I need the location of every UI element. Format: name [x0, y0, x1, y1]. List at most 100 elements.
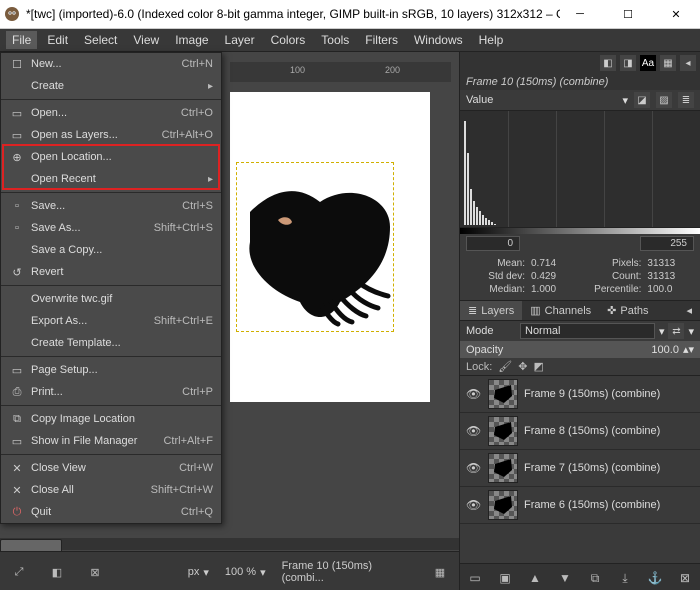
menu-layer[interactable]: Layer [219, 31, 261, 49]
histogram-channel-select[interactable]: Value [466, 94, 616, 106]
window-minimize-button[interactable]: ─ [560, 3, 600, 25]
visibility-eye-icon[interactable]: 👁 [466, 498, 482, 512]
tab-layers[interactable]: ≣ Layers [460, 301, 522, 320]
visibility-eye-icon[interactable]: 👁 [466, 424, 482, 438]
menu-tools[interactable]: Tools [315, 31, 355, 49]
tab-channels[interactable]: ▥ Channels [522, 301, 599, 320]
menu-item-copy-image-location[interactable]: ⧉Copy Image Location [1, 408, 221, 430]
visibility-eye-icon[interactable]: 👁 [466, 461, 482, 475]
menu-item-accel: Ctrl+P [182, 386, 213, 398]
menu-item-revert[interactable]: ↺Revert [1, 261, 221, 283]
dock-menu-icon[interactable]: ◂ [678, 301, 700, 320]
chevron-down-icon: ▾ [659, 325, 665, 338]
horizontal-scrollbar[interactable] [0, 538, 459, 550]
menu-item-label: Open... [31, 107, 175, 119]
menu-item-save[interactable]: ▫Save...Ctrl+S [1, 195, 221, 217]
menu-item-label: Close View [31, 462, 173, 474]
layer-mode-row: Mode Normal ▾ ⇄ ▾ [460, 321, 700, 341]
lock-move-icon[interactable]: ✥ [518, 360, 527, 373]
sb-icon[interactable]: ⤢ [8, 561, 30, 583]
layer-row[interactable]: 👁Frame 7 (150ms) (combine) [460, 450, 700, 487]
tool-icon[interactable]: ▦ [660, 55, 676, 71]
layer-lock-row: Lock: 🖌 ✥ ◩ [460, 358, 700, 376]
lock-alpha-icon[interactable]: ◩ [533, 360, 543, 373]
hist-mode-icon[interactable]: ≣ [678, 92, 694, 108]
layer-row[interactable]: 👁Frame 8 (150ms) (combine) [460, 413, 700, 450]
status-unit[interactable]: px [188, 566, 200, 578]
menu-colors[interactable]: Colors [265, 31, 312, 49]
layer-dock-buttons: ▭ ▣ ▲ ▼ ⧉ ⤓ ⚓ ⊠ [460, 563, 700, 590]
window-maximize-button[interactable]: ☐ [608, 3, 648, 25]
hist-range-min[interactable]: 0 [466, 236, 520, 251]
delete-layer-icon[interactable]: ⊠ [676, 571, 694, 585]
ruler-tick: 100 [290, 65, 305, 75]
menu-image[interactable]: Image [169, 31, 214, 49]
menu-view[interactable]: View [127, 31, 165, 49]
menu-item-label: Export As... [31, 315, 148, 327]
menu-item-accel [208, 80, 213, 92]
menu-item-page-setup[interactable]: ▭Page Setup... [1, 359, 221, 381]
tool-icon[interactable]: Aa [640, 55, 656, 71]
menu-item-create-template[interactable]: Create Template... [1, 332, 221, 354]
menu-item-show-in-file-manager[interactable]: ▭Show in File ManagerCtrl+Alt+F [1, 430, 221, 452]
menu-item-open-as-layers[interactable]: ▭Open as Layers...Ctrl+Alt+O [1, 124, 221, 146]
menu-item-label: Quit [31, 506, 175, 518]
sb-icon[interactable]: ▦ [429, 561, 451, 583]
tab-paths[interactable]: ✜ Paths [599, 301, 656, 320]
menu-item-accel: Shift+Ctrl+E [154, 315, 213, 327]
layer-list[interactable]: 👁Frame 10 (150ms) (combine)👁Frame 9 (150… [460, 376, 700, 563]
menu-item-label: Page Setup... [31, 364, 207, 376]
layer-thumbnail [488, 416, 518, 446]
menu-item-quit[interactable]: ⏻QuitCtrl+Q [1, 501, 221, 523]
menu-item-open-recent[interactable]: Open Recent [1, 168, 221, 190]
menu-item-open[interactable]: ▭Open...Ctrl+O [1, 102, 221, 124]
layer-row[interactable]: 👁 Frame 6 (150ms) (combine) [460, 487, 700, 524]
visibility-eye-icon[interactable]: 👁 [466, 387, 482, 401]
anchor-layer-icon[interactable]: ⚓ [646, 571, 664, 585]
menu-item-create[interactable]: Create [1, 75, 221, 97]
menu-item-save-as[interactable]: ▫Save As...Shift+Ctrl+S [1, 217, 221, 239]
menu-item-export-as[interactable]: Export As... Shift+Ctrl+E [1, 310, 221, 332]
tool-icon[interactable]: ◧ [600, 55, 616, 71]
menu-item-icon: ▭ [9, 435, 25, 448]
new-layer-icon[interactable]: ▭ [466, 571, 484, 585]
raise-layer-icon[interactable]: ▲ [526, 571, 544, 585]
menu-file[interactable]: File [6, 31, 37, 49]
image-canvas[interactable] [230, 92, 430, 402]
menu-windows[interactable]: Windows [408, 31, 469, 49]
menu-item-overwrite-twc-gif[interactable]: Overwrite twc.gif [1, 288, 221, 310]
layer-group-icon[interactable]: ▣ [496, 571, 514, 585]
menu-help[interactable]: Help [473, 31, 510, 49]
status-zoom[interactable]: 100 % [225, 566, 256, 578]
menu-item-print[interactable]: ⎙Print...Ctrl+P [1, 381, 221, 403]
mode-switch-icon[interactable]: ⇄ [668, 323, 684, 339]
hist-range-max[interactable]: 255 [640, 236, 694, 251]
menu-item-new[interactable]: ☐New...Ctrl+N [1, 53, 221, 75]
duplicate-layer-icon[interactable]: ⧉ [586, 571, 604, 586]
dock-menu-icon[interactable]: ◂ [680, 55, 696, 71]
menu-item-save-a-copy[interactable]: Save a Copy... [1, 239, 221, 261]
tool-icon[interactable]: ◨ [620, 55, 636, 71]
histogram-chart[interactable] [460, 111, 700, 228]
menu-select[interactable]: Select [78, 31, 123, 49]
sb-icon[interactable]: ⊠ [84, 561, 106, 583]
hist-mode-icon[interactable]: ◪ [634, 92, 650, 108]
menu-item-open-location[interactable]: ⊕Open Location... [1, 146, 221, 168]
layer-mode-select[interactable]: Normal [520, 323, 655, 339]
layer-opacity-row[interactable]: Opacity 100.0 ▴▾ [460, 341, 700, 358]
menu-filters[interactable]: Filters [359, 31, 404, 49]
hist-mode-icon[interactable]: ▨ [656, 92, 672, 108]
lower-layer-icon[interactable]: ▼ [556, 571, 574, 585]
layer-row[interactable]: 👁 Frame 9 (150ms) (combine) [460, 376, 700, 413]
menu-item-close-all[interactable]: ✕Close AllShift+Ctrl+W [1, 479, 221, 501]
status-bar: ⤢ ◧ ⊠ px▾ 100 %▾ Frame 10 (150ms) (combi… [0, 551, 459, 590]
lock-paint-icon[interactable]: 🖌 [498, 360, 512, 373]
merge-down-icon[interactable]: ⤓ [616, 571, 634, 586]
menu-edit[interactable]: Edit [41, 31, 74, 49]
layer-name: Frame 6 (150ms) (combine) [524, 499, 694, 511]
layer-name: Frame 9 (150ms) (combine) [524, 388, 694, 400]
menu-item-close-view[interactable]: ✕Close ViewCtrl+W [1, 457, 221, 479]
menu-item-icon: ▫ [9, 222, 25, 234]
window-close-button[interactable]: ✕ [656, 3, 696, 25]
sb-icon[interactable]: ◧ [46, 561, 68, 583]
